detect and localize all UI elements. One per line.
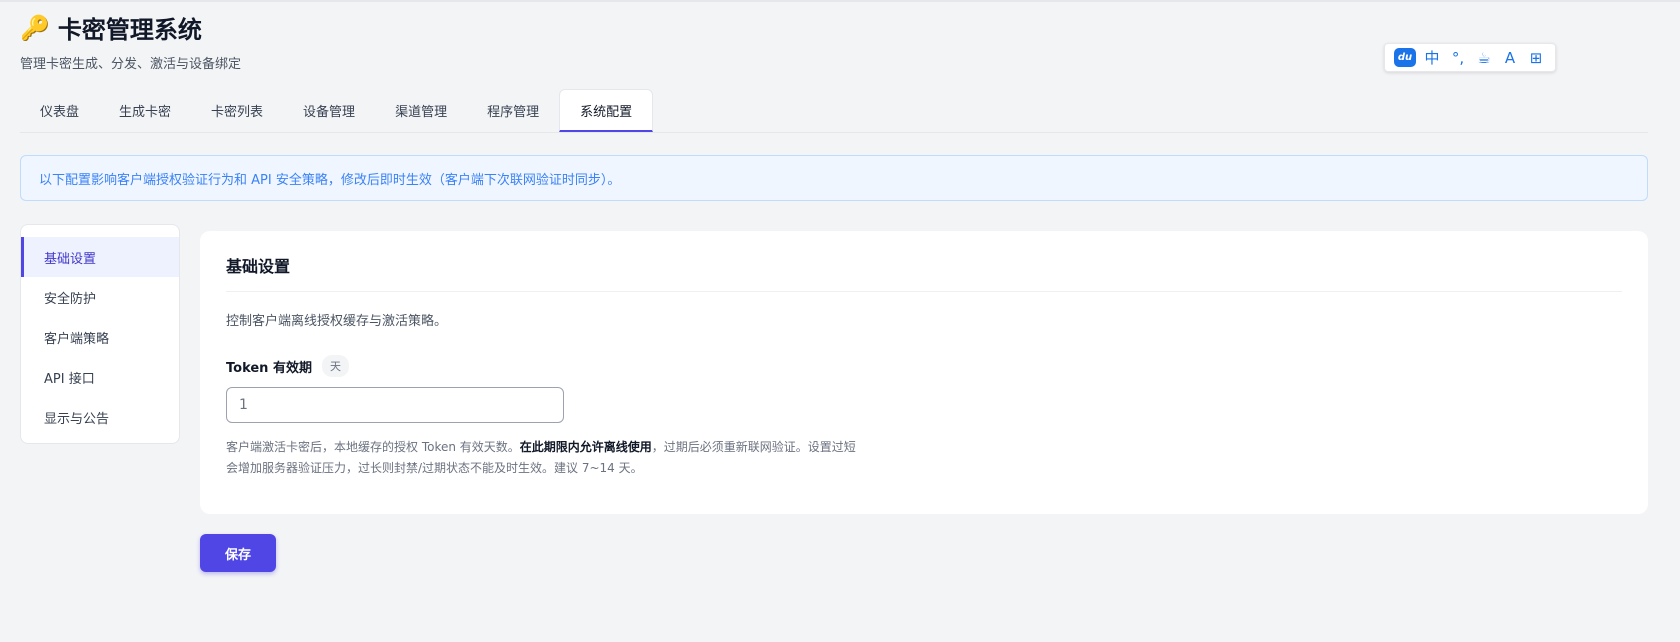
token-validity-label: Token 有效期 天 [226,355,1622,377]
tab-generate-cards[interactable]: 生成卡密 [99,89,191,132]
tab-card-list[interactable]: 卡密列表 [191,89,283,132]
settings-sidebar: 基础设置 安全防护 客户端策略 API 接口 显示与公告 [20,224,180,444]
page-title: 🔑 卡密管理系统 [20,10,241,45]
tab-program-management[interactable]: 程序管理 [467,89,559,132]
card-title: 基础设置 [226,253,1622,292]
sidebar-item-basic[interactable]: 基础设置 [21,237,179,277]
sidebar-item-api[interactable]: API 接口 [21,357,179,397]
ime-grid-icon[interactable]: ⊞ [1526,48,1546,68]
page-header: 🔑 卡密管理系统 管理卡密生成、分发、激活与设备绑定 [20,10,242,73]
sidebar-item-client-policy[interactable]: 客户端策略 [21,317,179,357]
token-validity-label-text: Token 有效期 [226,360,312,376]
key-icon: 🔑 [20,13,50,42]
ime-language-icon[interactable]: 中 [1422,48,1442,68]
sidebar-item-security[interactable]: 安全防护 [21,277,179,317]
unit-badge: 天 [321,355,349,377]
save-button[interactable]: 保存 [200,534,276,572]
du-icon[interactable]: du [1394,48,1416,67]
tab-channel-management[interactable]: 渠道管理 [375,89,467,132]
ime-skin-icon[interactable]: A [1500,48,1520,68]
page-subtitle: 管理卡密生成、分发、激活与设备绑定 [20,57,242,72]
token-validity-input[interactable] [226,387,564,423]
help-text-intro: 客户端激活卡密后，本地缓存的授权 Token 有效天数。 [226,440,520,454]
sidebar-item-display-notice[interactable]: 显示与公告 [21,397,179,437]
help-text-bold: 在此期限内允许离线使用 [519,440,652,454]
info-notice: 以下配置影响客户端授权验证行为和 API 安全策略，修改后即时生效（客户端下次联… [20,155,1648,201]
ime-punctuation-icon[interactable]: °, [1448,48,1468,68]
settings-card: 基础设置 控制客户端离线授权缓存与激活策略。 Token 有效期 天 客户端激活… [200,231,1648,514]
tab-device-management[interactable]: 设备管理 [283,89,375,132]
top-divider [0,0,1680,2]
tab-system-config[interactable]: 系统配置 [559,89,654,132]
page-title-text: 卡密管理系统 [57,16,202,44]
tab-dashboard[interactable]: 仪表盘 [20,89,99,132]
field-help-text: 客户端激活卡密后，本地缓存的授权 Token 有效天数。在此期限内允许离线使用，… [226,437,866,479]
ime-cup-icon[interactable]: ☕ [1474,48,1494,68]
main-tabs: 仪表盘 生成卡密 卡密列表 设备管理 渠道管理 程序管理 系统配置 [20,89,1648,133]
ime-toolbar: du 中 °, ☕ A ⊞ [1384,43,1556,72]
card-description: 控制客户端离线授权缓存与激活策略。 [226,314,448,329]
